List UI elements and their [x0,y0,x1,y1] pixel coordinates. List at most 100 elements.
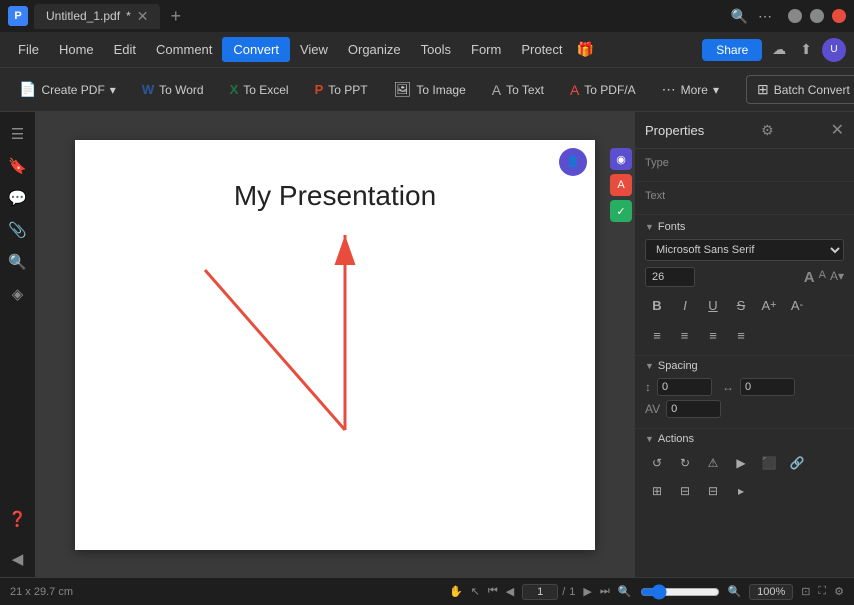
next-page-icon[interactable]: ▶ [583,585,591,598]
batch-convert-button[interactable]: ⊞ Batch Convert [746,75,854,104]
strikethrough-button[interactable]: S [729,293,753,317]
settings-icon[interactable]: ⚙ [834,585,844,598]
action-play-icon[interactable]: ▶ [729,451,753,475]
to-excel-button[interactable]: X To Excel [219,76,300,103]
more-button[interactable]: ⋯ More ▾ [651,75,730,104]
word-spacing-input[interactable] [666,400,721,418]
action-warning-icon[interactable]: ⚠ [701,451,725,475]
align-center-button[interactable]: ≡ [673,323,697,347]
font-name-select[interactable]: Microsoft Sans Serif [645,239,844,261]
actions-section: ▼ Actions ↺ ↻ ⚠ ▶ ⬛ 🔗 ⊞ ⊟ ⊟ ▸ [635,429,854,507]
prev-page-first-icon[interactable]: ⏮ [488,585,498,598]
bold-button[interactable]: B [645,293,669,317]
action-cols-icon[interactable]: ⊟ [701,479,725,503]
zoom-out-icon[interactable]: 🔍 [618,585,632,598]
maximize-button[interactable] [810,9,824,23]
close-button[interactable] [832,9,846,23]
action-list1-icon[interactable]: ⊞ [645,479,669,503]
font-increase-icon[interactable]: A [804,269,815,286]
menu-edit[interactable]: Edit [104,38,146,61]
menu-organize[interactable]: Organize [338,38,411,61]
new-tab-icon[interactable]: + [170,6,181,27]
zoom-in-icon[interactable]: 🔍 [728,585,742,598]
action-stop-icon[interactable]: ⬛ [757,451,781,475]
char-spacing-input[interactable] [740,378,795,396]
app-tab[interactable]: Untitled_1.pdf * ✕ [34,4,160,29]
user-avatar[interactable]: U [822,38,846,62]
panel-icon-red[interactable]: A [610,174,632,196]
menu-view[interactable]: View [290,38,338,61]
create-pdf-dropdown-icon[interactable]: ▾ [110,83,116,97]
cursor-tool-icon[interactable]: ↖ [471,585,480,598]
underline-button[interactable]: U [701,293,725,317]
italic-button[interactable]: I [673,293,697,317]
cloud-icon[interactable]: ☁ [768,39,790,60]
action-expand-icon[interactable]: ▸ [729,479,753,503]
upload-icon[interactable]: ⬆ [796,39,816,60]
menu-convert[interactable]: Convert [222,37,290,62]
superscript-button[interactable]: A+ [757,293,781,317]
panel-close-icon[interactable]: ✕ [831,120,844,140]
menu-home[interactable]: Home [49,38,104,61]
align-justify-button[interactable]: ≡ [729,323,753,347]
zoom-slider[interactable] [640,584,720,600]
more-options-icon[interactable]: ⋯ [758,8,772,25]
sidebar-pages-icon[interactable]: ☰ [4,120,32,148]
menu-form[interactable]: Form [461,38,511,61]
minimize-button[interactable] [788,9,802,23]
format-row: B I U S A+ A- [645,293,844,317]
to-text-button[interactable]: A To Text [481,76,555,104]
to-pdfa-button[interactable]: A To PDF/A [559,76,647,104]
sidebar-layers-icon[interactable]: ◈ [4,280,32,308]
sidebar-attach-icon[interactable]: 📎 [4,216,32,244]
font-size-input[interactable] [645,267,695,287]
search-icon[interactable]: 🔍 [731,8,748,25]
menu-tools[interactable]: Tools [411,38,461,61]
align-left-button[interactable]: ≡ [645,323,669,347]
font-color-icon[interactable]: A▾ [830,269,844,286]
subscript-button[interactable]: A- [785,293,809,317]
to-word-button[interactable]: W To Word [131,76,215,103]
prev-page-icon[interactable]: ◀ [506,585,514,598]
tab-close-icon[interactable]: ✕ [137,8,149,25]
actions-section-header[interactable]: ▼ Actions [635,429,854,445]
more-dropdown-icon[interactable]: ▾ [713,83,719,97]
action-undo-icon[interactable]: ↺ [645,451,669,475]
share-button[interactable]: Share [702,39,762,61]
menu-protect[interactable]: Protect [511,38,572,61]
type-label: Type [645,157,844,169]
page-separator: / [562,586,565,598]
fit-page-icon[interactable]: ⊡ [801,585,810,598]
sidebar-help-icon[interactable]: ❓ [4,505,32,533]
current-page-input[interactable] [522,584,558,600]
hand-tool-icon[interactable]: ✋ [449,585,463,598]
fonts-section-header[interactable]: ▼ Fonts [645,221,844,233]
menu-file[interactable]: File [8,38,49,61]
zoom-level-input[interactable] [749,584,793,600]
sidebar-comment-icon[interactable]: 💬 [4,184,32,212]
to-image-button[interactable]: 🖼 To Image [383,75,477,104]
menu-comment[interactable]: Comment [146,38,222,61]
align-right-button[interactable]: ≡ [701,323,725,347]
floating-panel-icons: ◉ A ✓ [610,148,632,222]
line-spacing-input[interactable] [657,378,712,396]
action-link-icon[interactable]: 🔗 [785,451,809,475]
right-properties-panel: Properties ⚙ ✕ Type Text ▼ Fonts Microso… [634,112,854,577]
sidebar-search-icon[interactable]: 🔍 [4,248,32,276]
action-list2-icon[interactable]: ⊟ [673,479,697,503]
fullscreen-icon[interactable]: ⛶ [818,585,826,598]
panel-icon-purple[interactable]: ◉ [610,148,632,170]
spacing-section-header[interactable]: ▼ Spacing [635,356,854,372]
panel-settings-icon[interactable]: ⚙ [761,122,774,139]
create-pdf-button[interactable]: 📄 Create PDF ▾ [8,75,127,104]
sidebar-bookmark-icon[interactable]: 🔖 [4,152,32,180]
panel-icon-green[interactable]: ✓ [610,200,632,222]
batch-convert-label: Batch Convert [774,83,850,97]
to-ppt-button[interactable]: P To PPT [304,76,379,103]
gift-icon[interactable]: 🎁 [573,39,598,60]
next-page-last-icon[interactable]: ⏭ [600,585,610,598]
font-decrease-icon[interactable]: A [819,269,826,286]
sidebar-expand-icon[interactable]: ◀ [4,545,32,573]
action-redo-icon[interactable]: ↻ [673,451,697,475]
app-icon: P [8,6,28,26]
